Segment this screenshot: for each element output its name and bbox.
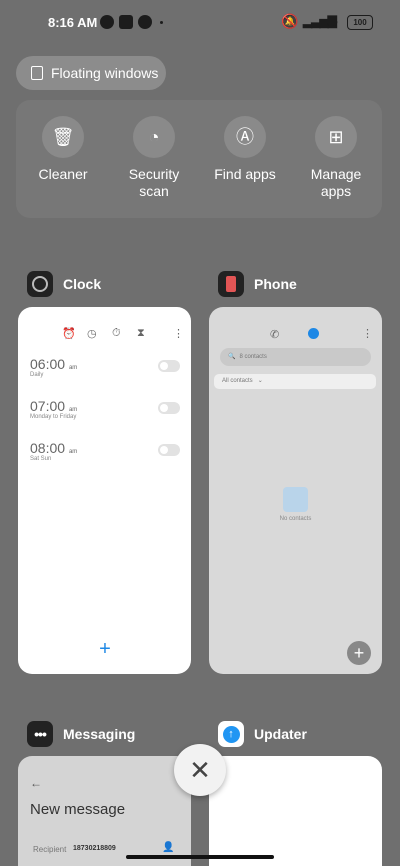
alarm-time: 06:00 <box>30 356 66 372</box>
alarm-time: 07:00 <box>30 398 66 414</box>
add-contact-button[interactable]: + <box>347 641 371 665</box>
app-label-messaging[interactable]: ••• Messaging <box>27 721 135 747</box>
alarm-toggle[interactable] <box>158 360 180 372</box>
contacts-tab-icon[interactable] <box>308 328 319 339</box>
more-notifications-icon <box>160 21 163 24</box>
clock-app-name: Clock <box>63 276 102 292</box>
alarm-item[interactable]: 07:00 am Monday to Friday <box>30 398 180 420</box>
app-label-updater[interactable]: ↑ Updater <box>218 721 307 747</box>
contacts-search-bar[interactable]: 🔍 8 contacts <box>220 348 371 366</box>
messaging-app-name: Messaging <box>63 726 136 742</box>
find-apps-icon: Ⓐ <box>224 116 266 158</box>
alarm-item[interactable]: 08:00 am Sat Sun <box>30 440 180 462</box>
alarm-ampm: am <box>68 449 78 455</box>
alarm-item[interactable]: 06:00 am Daily <box>30 356 180 378</box>
alarm-repeat: Sat Sun <box>30 456 52 462</box>
timer-tab-icon[interactable]: ⧗ <box>137 327 145 340</box>
empty-contacts-text: No contacts <box>279 516 312 522</box>
messaging-app-icon: ••• <box>27 721 53 747</box>
clock-app-card[interactable]: ⏰ ◷ ⏱ ⧗ ⋮ 06:00 am Daily 07:00 am Monday… <box>18 307 191 674</box>
wifi-icon: ◡ <box>326 12 339 28</box>
contact-picker-icon[interactable]: 👤 <box>162 842 174 853</box>
phone-app-icon <box>218 271 244 297</box>
home-gesture-bar[interactable] <box>126 855 274 859</box>
alarm-ampm: am <box>68 407 78 413</box>
alarm-repeat: Monday to Friday <box>30 414 77 420</box>
contacts-filter-dropdown[interactable]: All contacts ⌄ <box>214 374 376 389</box>
updater-app-icon: ↑ <box>218 721 244 747</box>
find-apps-label: Find apps <box>214 166 276 182</box>
alarm-toggle[interactable] <box>158 402 180 414</box>
security-scan-icon: ◔ <box>133 116 175 158</box>
cleaner-label: Cleaner <box>38 166 88 182</box>
battery-icon: 100 <box>347 15 373 30</box>
world-clock-tab-icon[interactable]: ◷ <box>87 327 97 340</box>
app-label-phone[interactable]: Phone <box>218 271 297 297</box>
find-apps-button[interactable]: Ⓐ Find apps <box>200 116 290 183</box>
alarm-time: 08:00 <box>30 440 66 456</box>
call-log-tab-icon[interactable]: ✆ <box>270 328 279 341</box>
floating-window-icon <box>31 66 43 80</box>
contacts-search-input: 8 contacts <box>239 354 267 360</box>
stopwatch-tab-icon[interactable]: ⏱ <box>112 327 121 340</box>
manage-apps-icon: ⊞ <box>315 116 357 158</box>
mute-icon: 🔕 <box>281 13 299 29</box>
floating-windows-button[interactable]: Floating windows <box>16 56 166 90</box>
more-icon[interactable]: ⋮ <box>362 327 373 340</box>
updater-app-name: Updater <box>254 726 307 742</box>
notification-icon <box>138 15 152 29</box>
quick-actions-panel: 🗑 Cleaner ◔ Security scan Ⓐ Find apps ⊞ … <box>16 100 382 218</box>
phone-app-card[interactable]: ✆ ⋮ 🔍 8 contacts All contacts ⌄ No contact… <box>209 307 382 674</box>
notification-icon <box>119 15 133 29</box>
manage-apps-label: Manage apps <box>310 166 362 199</box>
alarm-tab-icon[interactable]: ⏰ <box>62 327 76 340</box>
clock-app-icon <box>27 271 53 297</box>
notification-icon <box>100 15 114 29</box>
search-icon: 🔍 <box>228 354 236 360</box>
updater-app-card[interactable] <box>209 756 382 866</box>
messaging-app-card[interactable]: ← New message Recipient 18730218809 👤 <box>18 756 191 866</box>
add-alarm-button[interactable]: + <box>95 639 115 659</box>
recipient-label: Recipient <box>33 845 67 854</box>
cleaner-button[interactable]: 🗑 Cleaner <box>18 116 108 183</box>
manage-apps-button[interactable]: ⊞ Manage apps <box>291 116 381 200</box>
back-arrow-icon[interactable]: ← <box>30 776 42 790</box>
chevron-down-icon: ⌄ <box>257 378 263 384</box>
status-bar: 8:16 AM 🔕 ▂▃▅▇ ◡ 100 <box>0 0 400 44</box>
recipient-value[interactable]: 18730218809 <box>73 845 116 852</box>
contacts-filter-value: All contacts <box>222 378 253 384</box>
app-label-clock[interactable]: Clock <box>27 271 101 297</box>
floating-windows-label: Floating windows <box>51 65 159 81</box>
security-scan-label: Security scan <box>128 166 180 199</box>
alarm-toggle[interactable] <box>158 444 180 456</box>
new-message-title: New message <box>30 801 126 818</box>
more-icon[interactable]: ⋮ <box>173 327 184 340</box>
alarm-repeat: Daily <box>30 372 44 378</box>
phone-app-name: Phone <box>254 276 297 292</box>
empty-contacts-icon <box>283 487 308 512</box>
trash-icon: 🗑 <box>42 116 84 158</box>
close-all-button[interactable]: ✕ <box>174 744 226 796</box>
security-scan-button[interactable]: ◔ Security scan <box>109 116 199 200</box>
status-time: 8:16 AM <box>48 15 98 30</box>
alarm-ampm: am <box>68 365 78 371</box>
